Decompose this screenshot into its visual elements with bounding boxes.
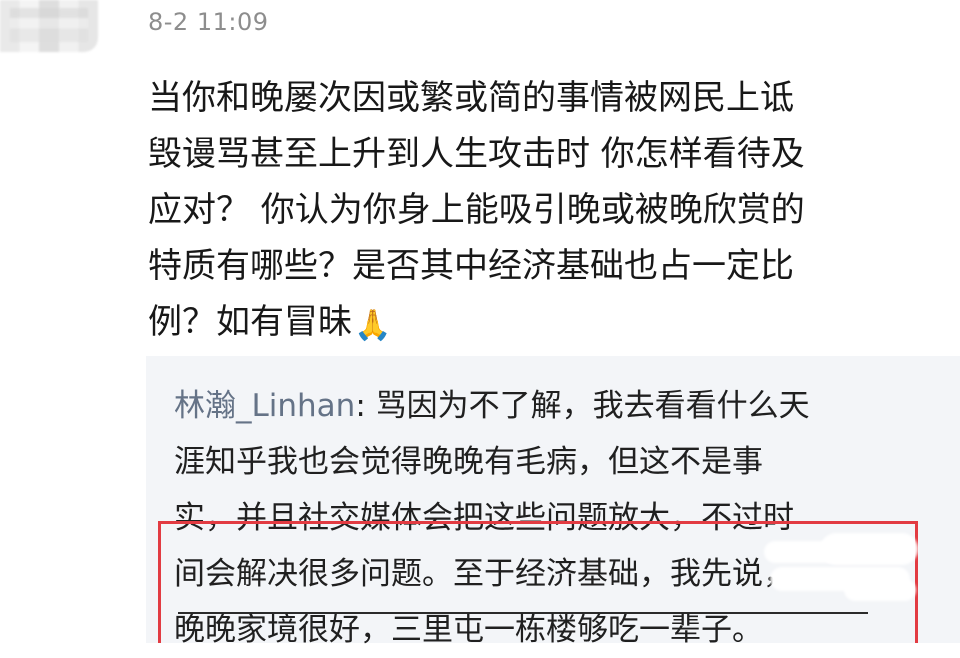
question-text: 当你和晚屡次因或繁或简的事情被网民上诋 毁谩骂甚至上升到人生攻击时 你怎样看待及… [148, 70, 918, 350]
question-line: 毁谩骂甚至上升到人生攻击时 你怎样看待及 [148, 134, 805, 174]
question-line-last: 例？如有冒昧🙏 [148, 294, 918, 350]
question-line: 应对？ 你认为你身上能吸引晚或被晚欣赏的 [148, 190, 805, 230]
reply-box: 林瀚_Linhan: 骂因为不了解，我去看看什么天 涯知乎我也会觉得晚晚有毛病，… [146, 356, 960, 648]
question-line: 特质有哪些？是否其中经济基础也占一定比 [148, 246, 794, 286]
avatar[interactable] [0, 0, 98, 52]
timestamp: 8-2 11:09 [148, 8, 269, 36]
reply-first-line: 林瀚_Linhan: 骂因为不了解，我去看看什么天 [174, 378, 934, 434]
reply-line: 骂因为不了解，我去看看什么天 [375, 388, 810, 424]
folded-hands-icon: 🙏 [354, 308, 392, 343]
highlight-box [158, 521, 918, 643]
handwritten-underline [178, 612, 868, 614]
question-line: 当你和晚屡次因或繁或简的事情被网民上诋 [148, 78, 794, 118]
question-line: 例？如有冒昧 [148, 302, 352, 342]
reply-username[interactable]: 林瀚_Linhan [174, 388, 355, 424]
reply-colon: : [355, 388, 376, 424]
reply-line: 涯知乎我也会觉得晚晚有毛病，但这不是事 [174, 444, 763, 480]
